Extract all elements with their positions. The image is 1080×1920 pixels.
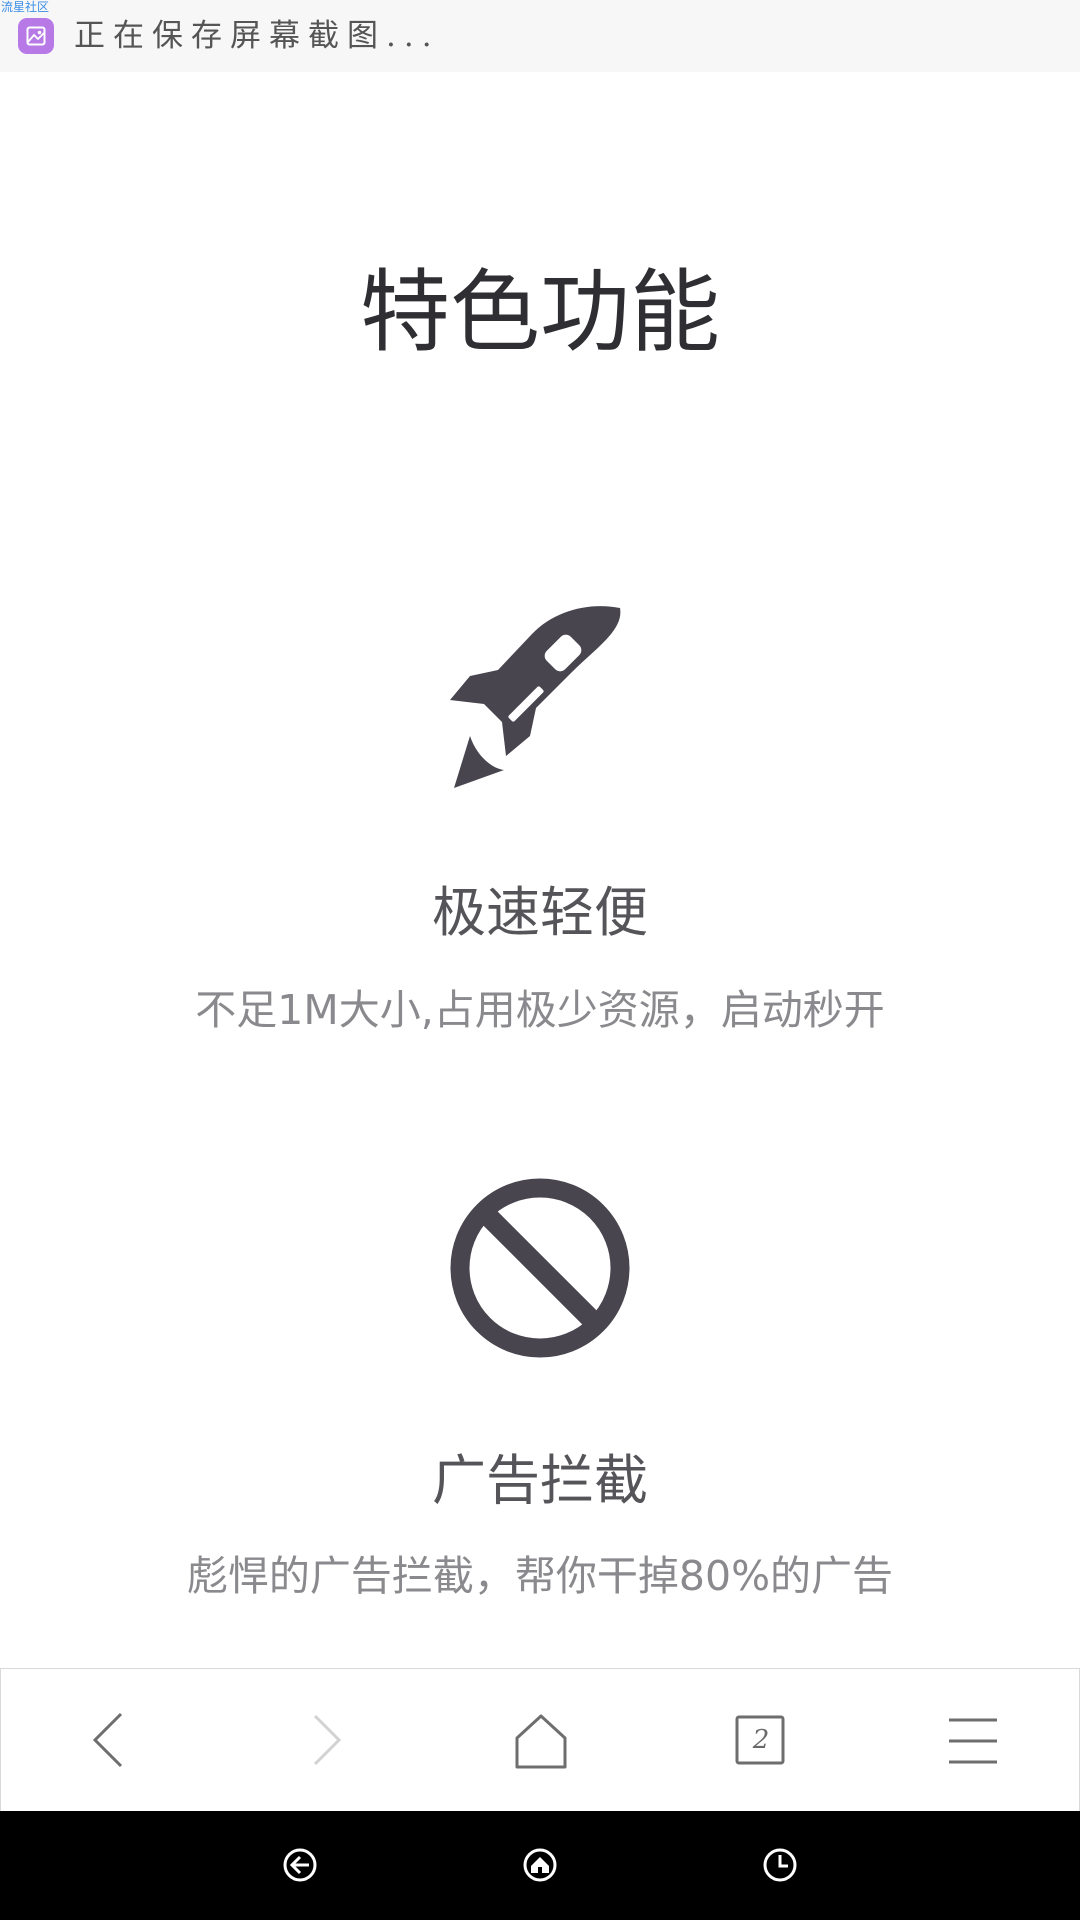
tabs-button[interactable]: 2: [649, 1669, 865, 1811]
system-nav-bar: [0, 1811, 1080, 1920]
browser-toolbar: 2: [0, 1668, 1080, 1811]
rocket-icon: [440, 600, 640, 800]
tab-count: 2: [752, 1725, 770, 1755]
feature-title: 广告拦截: [432, 1449, 648, 1512]
chevron-left-icon: [92, 1712, 123, 1768]
feature-title: 极速轻便: [432, 881, 648, 944]
nav-recent-button[interactable]: [760, 1845, 800, 1885]
home-button[interactable]: [433, 1669, 649, 1811]
screen: 流星社区 正在保存屏幕截图... 特色功能 极速轻便 不足1M大小,占用极少资源…: [0, 0, 1080, 1920]
chevron-right-icon: [313, 1714, 342, 1766]
nav-back-icon: [283, 1848, 317, 1882]
home-icon: [515, 1714, 567, 1769]
nav-home-button[interactable]: [520, 1845, 560, 1885]
feature-description: 不足1M大小,占用极少资源，启动秒开: [195, 986, 885, 1034]
back-button[interactable]: [1, 1669, 217, 1811]
notification-text: 正在保存屏幕截图...: [74, 18, 440, 54]
hamburger-menu-icon: [949, 1718, 997, 1764]
status-bar: 流星社区 正在保存屏幕截图...: [0, 0, 1080, 72]
nav-back-button[interactable]: [280, 1845, 320, 1885]
nav-recent-icon: [763, 1848, 797, 1882]
page-title: 特色功能: [360, 260, 720, 365]
screenshot-icon: [18, 18, 54, 54]
forward-button[interactable]: [217, 1669, 433, 1811]
nav-home-icon: [523, 1848, 557, 1882]
tabs-icon: 2: [727, 1710, 787, 1770]
ban-icon: [440, 1168, 640, 1368]
watermark-text: 流星社区: [1, 0, 50, 14]
feature-description: 彪悍的广告拦截，帮你干掉80%的广告: [186, 1552, 894, 1600]
menu-button[interactable]: [865, 1669, 1080, 1811]
